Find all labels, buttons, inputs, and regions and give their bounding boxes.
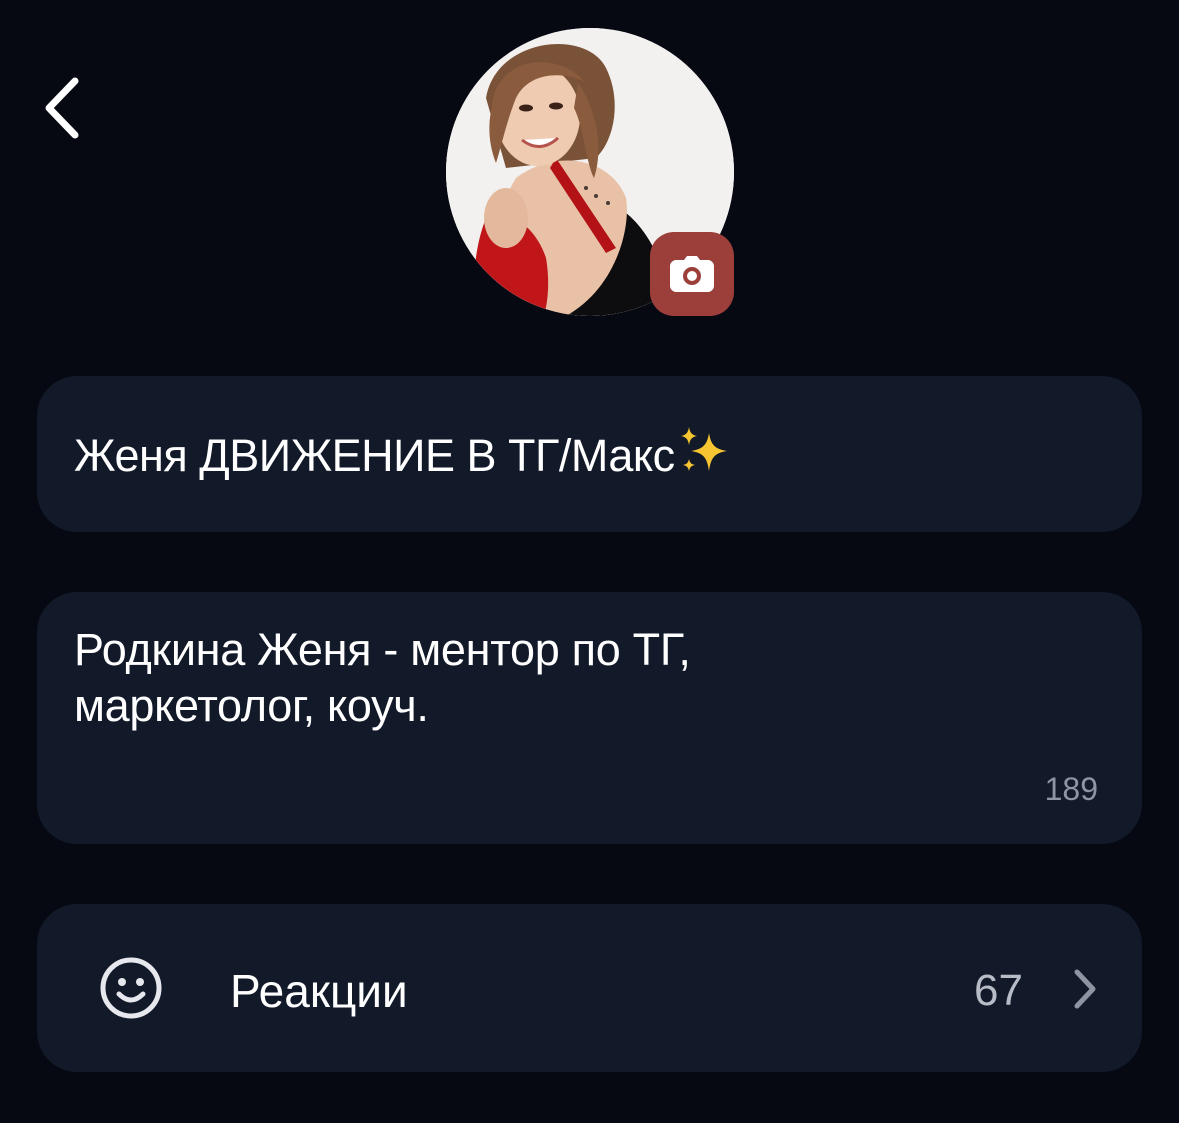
reactions-count: 67 [974, 966, 1023, 1015]
reactions-label: Реакции [230, 965, 408, 1017]
change-photo-button[interactable] [650, 232, 734, 316]
back-button[interactable] [28, 68, 98, 148]
bio-text: Родкина Женя - ментор по ТГ, маркетолог,… [74, 624, 691, 731]
name-value: Женя ДВИЖЕНИЕ В ТГ/Макс [74, 429, 675, 481]
camera-icon [670, 256, 714, 292]
reactions-row[interactable]: Реакции 67 [37, 904, 1142, 1072]
chevron-right-icon [1074, 969, 1096, 1009]
bio-field[interactable]: Родкина Женя - ментор по ТГ, маркетолог,… [37, 592, 1142, 844]
chevron-left-icon [45, 77, 79, 139]
smiley-icon [100, 957, 162, 1019]
sparkles-icon [680, 426, 727, 471]
name-text: Женя ДВИЖЕНИЕ В ТГ/Макс [74, 426, 733, 482]
bio-char-counter: 189 [1044, 771, 1098, 807]
avatar-container [446, 28, 734, 316]
name-field[interactable]: Женя ДВИЖЕНИЕ В ТГ/Макс [37, 376, 1142, 532]
profile-edit-screen: Женя ДВИЖЕНИЕ В ТГ/Макс Родкина Женя - м… [0, 0, 1179, 1123]
